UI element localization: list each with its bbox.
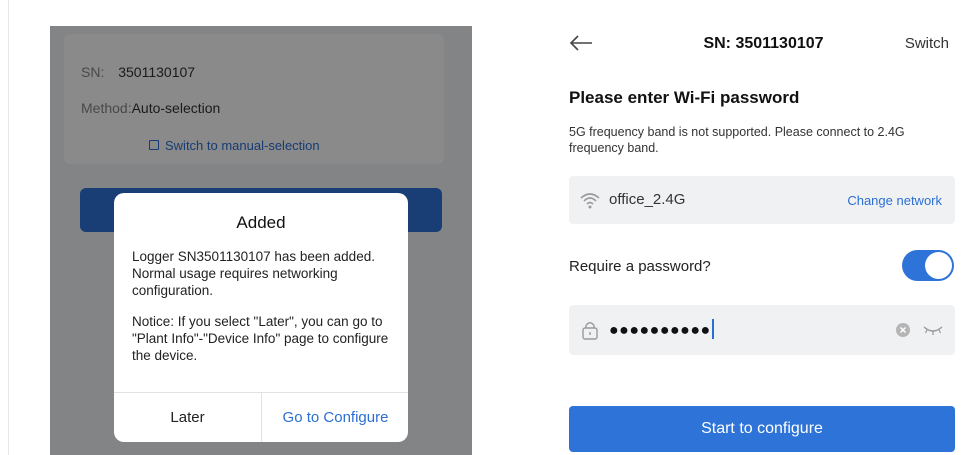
- dialog-message: Logger SN3501130107 has been added. Norm…: [132, 249, 375, 298]
- later-button[interactable]: Later: [114, 393, 261, 442]
- password-field[interactable]: ●●●●●●●●●●: [569, 305, 955, 355]
- wifi-heading: Please enter Wi-Fi password: [569, 88, 800, 107]
- password-input[interactable]: ●●●●●●●●●●: [609, 319, 714, 340]
- go-to-configure-button[interactable]: Go to Configure: [261, 393, 408, 442]
- change-network-link[interactable]: Change network: [847, 193, 942, 208]
- network-field: office_2.4G Change network: [569, 176, 955, 224]
- left-frame: SN: 3501130107 Method:Auto-selection Swi…: [8, 0, 509, 455]
- dialog-notice: Notice: If you select "Later", you can g…: [132, 314, 389, 363]
- toggle-knob: [925, 252, 952, 279]
- require-password-toggle[interactable]: [902, 250, 954, 281]
- frequency-note: 5G frequency band is not supported. Plea…: [569, 125, 905, 155]
- start-configure-button[interactable]: Start to configure: [569, 406, 955, 452]
- clear-icon[interactable]: [896, 323, 910, 337]
- wifi-icon: [580, 193, 600, 209]
- added-screen: SN: 3501130107 Method:Auto-selection Swi…: [50, 26, 472, 455]
- dialog-title: Added: [236, 213, 286, 232]
- lock-icon: [582, 322, 598, 340]
- dialog-footer: Later Go to Configure: [114, 392, 408, 442]
- text-caret: [711, 319, 714, 339]
- require-password-label: Require a password?: [569, 258, 711, 275]
- network-name: office_2.4G: [609, 191, 686, 208]
- added-dialog: Added Logger SN3501130107 has been added…: [114, 193, 408, 442]
- password-value: ●●●●●●●●●●: [609, 322, 711, 339]
- dialog-body: Logger SN3501130107 has been added. Norm…: [132, 248, 394, 378]
- switch-button[interactable]: Switch: [905, 35, 949, 52]
- wifi-config-screen: SN: 3501130107 Switch Please enter Wi-Fi…: [556, 0, 972, 455]
- eye-closed-icon[interactable]: [923, 323, 943, 337]
